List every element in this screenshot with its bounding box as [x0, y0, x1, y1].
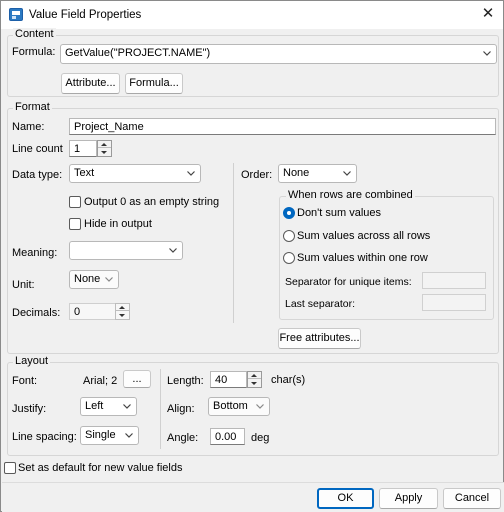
radio-sum-one-label: Sum values within one row: [297, 252, 428, 264]
spin-down-icon[interactable]: [248, 380, 261, 387]
separator-unique-label: Separator for unique items:: [285, 276, 412, 288]
font-button[interactable]: ...: [123, 370, 151, 388]
line-count-stepper[interactable]: [97, 140, 112, 157]
align-value: Bottom: [213, 400, 248, 412]
align-label: Align:: [167, 403, 195, 415]
chevron-down-icon: [124, 430, 134, 440]
order-value: None: [283, 167, 310, 179]
chevron-down-icon: [186, 168, 196, 178]
apply-button[interactable]: Apply: [379, 488, 438, 509]
length-stepper[interactable]: [247, 371, 262, 388]
formula-value: GetValue("PROJECT.NAME"): [65, 47, 211, 59]
formula-button[interactable]: Formula...: [125, 73, 183, 94]
cancel-button[interactable]: Cancel: [443, 488, 501, 509]
formula-label: Formula:: [12, 46, 56, 58]
attribute-button[interactable]: Attribute...: [61, 73, 120, 94]
font-label: Font:: [12, 375, 38, 387]
layout-divider: [160, 369, 161, 449]
decimals-field[interactable]: 0: [69, 303, 116, 320]
radio-selected-icon[interactable]: [283, 207, 295, 219]
justify-select[interactable]: Left: [80, 397, 137, 416]
line-count-label: Line count: [12, 143, 63, 155]
length-unit: char(s): [271, 374, 306, 386]
chevron-down-icon: [168, 245, 178, 255]
spin-up-icon[interactable]: [248, 372, 261, 379]
data-type-label: Data type:: [12, 169, 63, 181]
angle-label: Angle:: [167, 432, 199, 444]
free-attributes-button[interactable]: Free attributes...: [278, 328, 361, 349]
format-legend: Format: [13, 101, 52, 113]
output-zero-checkbox[interactable]: [69, 196, 81, 208]
title-bar: Value Field Properties ✕: [1, 1, 503, 29]
last-separator-label: Last separator:: [285, 298, 356, 310]
chevron-down-icon: [342, 168, 352, 178]
name-label: Name:: [12, 121, 45, 133]
data-type-value: Text: [74, 167, 95, 179]
last-separator-field[interactable]: [422, 294, 486, 311]
app-icon: [9, 8, 23, 21]
meaning-select[interactable]: [69, 241, 183, 260]
chevron-down-icon: [255, 401, 265, 411]
content-legend: Content: [13, 28, 56, 40]
spin-down-icon[interactable]: [116, 312, 129, 319]
dialog-window: Value Field Properties ✕ Content Formula…: [0, 0, 504, 512]
unit-label: Unit:: [12, 279, 35, 291]
justify-value: Left: [85, 400, 104, 412]
align-select[interactable]: Bottom: [208, 397, 270, 416]
chevron-down-icon: [482, 48, 492, 58]
formula-combo[interactable]: GetValue("PROJECT.NAME"): [60, 44, 497, 64]
spin-up-icon[interactable]: [98, 141, 111, 148]
format-divider: [233, 163, 234, 323]
length-field[interactable]: 40: [210, 371, 247, 388]
decimals-label: Decimals:: [12, 307, 61, 319]
radio-sum-all[interactable]: [283, 230, 295, 242]
radio-sum-all-label: Sum values across all rows: [297, 230, 431, 242]
output-zero-label: Output 0 as an empty string: [84, 196, 220, 208]
order-label: Order:: [241, 169, 273, 181]
unit-select[interactable]: None: [69, 270, 119, 289]
meaning-label: Meaning:: [12, 247, 58, 259]
combined-legend: When rows are combined: [286, 189, 415, 201]
layout-legend: Layout: [13, 355, 51, 367]
spin-down-icon[interactable]: [98, 149, 111, 156]
justify-label: Justify:: [12, 403, 47, 415]
line-spacing-label: Line spacing:: [12, 431, 77, 443]
close-icon[interactable]: ✕: [477, 4, 499, 24]
set-default-checkbox[interactable]: [4, 462, 16, 474]
line-spacing-select[interactable]: Single: [80, 426, 139, 445]
separator-unique-field[interactable]: [422, 272, 486, 289]
line-spacing-value: Single: [85, 429, 116, 441]
line-count-field[interactable]: 1: [69, 140, 97, 157]
order-select[interactable]: None: [278, 164, 357, 183]
decimals-stepper[interactable]: [115, 303, 130, 320]
radio-sum-one[interactable]: [283, 252, 295, 264]
set-default-label: Set as default for new value fields: [18, 462, 183, 474]
chevron-down-icon: [122, 401, 132, 411]
hide-output-checkbox[interactable]: [69, 218, 81, 230]
chevron-down-icon: [104, 274, 114, 284]
spin-up-icon[interactable]: [116, 304, 129, 311]
window-title: Value Field Properties: [29, 9, 142, 21]
font-value: Arial; 2: [83, 375, 118, 387]
hide-output-label: Hide in output: [84, 218, 152, 230]
unit-value: None: [74, 273, 101, 285]
name-field[interactable]: Project_Name: [69, 118, 496, 135]
angle-unit: deg: [251, 432, 270, 444]
radio-dont-sum-label: Don't sum values: [297, 207, 382, 219]
length-label: Length:: [167, 375, 204, 387]
angle-field[interactable]: 0.00: [210, 428, 245, 445]
data-type-select[interactable]: Text: [69, 164, 201, 183]
ok-button[interactable]: OK: [317, 488, 374, 509]
